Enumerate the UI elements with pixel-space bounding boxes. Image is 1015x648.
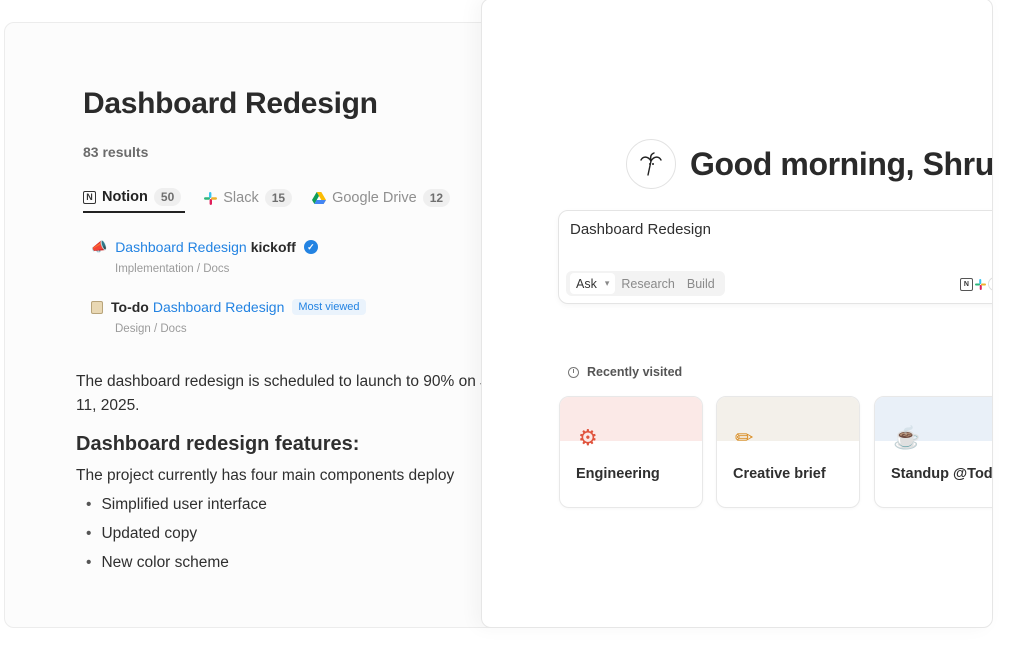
research-option[interactable]: Research xyxy=(615,277,681,291)
gear-icon: ⚙ xyxy=(578,425,598,450)
card-title: Creative brief xyxy=(733,466,826,482)
tab-label: Slack xyxy=(223,190,259,206)
search-results-panel: Dashboard Redesign 83 results N Notion 5… xyxy=(4,22,526,628)
doc-paragraph: The project currently has four main comp… xyxy=(76,467,455,484)
palm-tree-icon xyxy=(640,152,662,176)
coffee-icon: ☕ xyxy=(893,425,921,450)
doc-bullet-list: Simplified user interface Updated copy N… xyxy=(76,490,525,577)
google-drive-icon xyxy=(312,191,327,205)
recent-card-engineering[interactable]: ⚙ Engineering xyxy=(559,396,703,508)
document-preview: The dashboard redesign is scheduled to l… xyxy=(76,370,525,577)
result-title-prefix: To-do xyxy=(111,299,149,315)
greeting: Good morning, Shruti xyxy=(626,139,993,189)
search-result[interactable]: To-do Dashboard Redesign Most viewed Des… xyxy=(91,299,366,335)
tab-google-drive[interactable]: Google Drive 12 xyxy=(312,183,470,213)
results-count: 83 results xyxy=(83,144,149,160)
megaphone-icon: 📣 xyxy=(91,239,108,254)
tab-count: 50 xyxy=(153,188,182,206)
doc-heading: Dashboard redesign features: xyxy=(76,433,360,455)
chevron-down-icon: ▾ xyxy=(604,278,610,288)
result-path: Implementation / Docs xyxy=(115,263,230,275)
notion-icon: N xyxy=(959,277,973,291)
list-item: Updated copy xyxy=(86,519,525,548)
search-result[interactable]: 📣 Dashboard Redesign kickoff ✓ Implement… xyxy=(91,239,318,275)
most-viewed-badge: Most viewed xyxy=(292,299,366,315)
list-item: Simplified user interface xyxy=(86,490,525,519)
sources-button[interactable]: N +3 xyxy=(959,277,992,291)
doc-intro: The dashboard redesign is scheduled to l… xyxy=(76,373,514,414)
notepad-icon xyxy=(91,300,103,314)
source-tabs: N Notion 50 Slack 15 Google Drive 12 xyxy=(83,183,470,213)
recently-visited-heading: Recently visited xyxy=(568,365,682,379)
verified-icon: ✓ xyxy=(303,240,318,254)
result-path: Design / Docs xyxy=(115,323,187,335)
tab-notion[interactable]: N Notion 50 xyxy=(83,183,186,213)
ask-mode-toolbar: Ask ▾ Research Build xyxy=(566,271,725,296)
result-title-highlight: Dashboard Redesign xyxy=(152,299,285,315)
avatar[interactable] xyxy=(626,139,676,189)
result-title-highlight: Dashboard Redesign xyxy=(115,239,247,255)
recently-visited-label: Recently visited xyxy=(587,365,683,379)
recent-card-creative-brief[interactable]: ✏ Creative brief xyxy=(716,396,860,508)
notion-icon: N xyxy=(83,190,96,204)
mode-label: Ask xyxy=(576,276,597,291)
mode-dropdown[interactable]: Ask ▾ xyxy=(570,273,616,294)
card-title: Engineering xyxy=(576,466,660,482)
tab-slack[interactable]: Slack 15 xyxy=(203,183,312,213)
result-title: kickoff xyxy=(250,239,296,255)
page-title: Dashboard Redesign xyxy=(83,87,378,120)
recent-card-standup[interactable]: ☕ Standup @Toda xyxy=(874,396,993,508)
greeting-text: Good morning, Shruti xyxy=(690,145,993,182)
ask-input[interactable]: Dashboard Redesign xyxy=(570,221,711,238)
list-item: New color scheme xyxy=(86,548,525,577)
slack-icon xyxy=(203,191,217,205)
slack-icon xyxy=(974,278,986,290)
card-title: Standup @Toda xyxy=(891,466,993,482)
pencil-icon: ✏ xyxy=(735,425,754,450)
tab-count: 15 xyxy=(264,189,293,207)
tab-label: Google Drive xyxy=(332,190,417,206)
build-option[interactable]: Build xyxy=(681,277,721,291)
clock-icon xyxy=(568,366,579,378)
tab-label: Notion xyxy=(102,189,148,205)
tab-count: 12 xyxy=(422,189,451,207)
more-sources-count: +3 xyxy=(987,277,992,291)
ask-box[interactable]: Dashboard Redesign Ask ▾ Research Build … xyxy=(558,210,992,304)
home-panel: Good morning, Shruti Dashboard Redesign … xyxy=(481,0,993,628)
